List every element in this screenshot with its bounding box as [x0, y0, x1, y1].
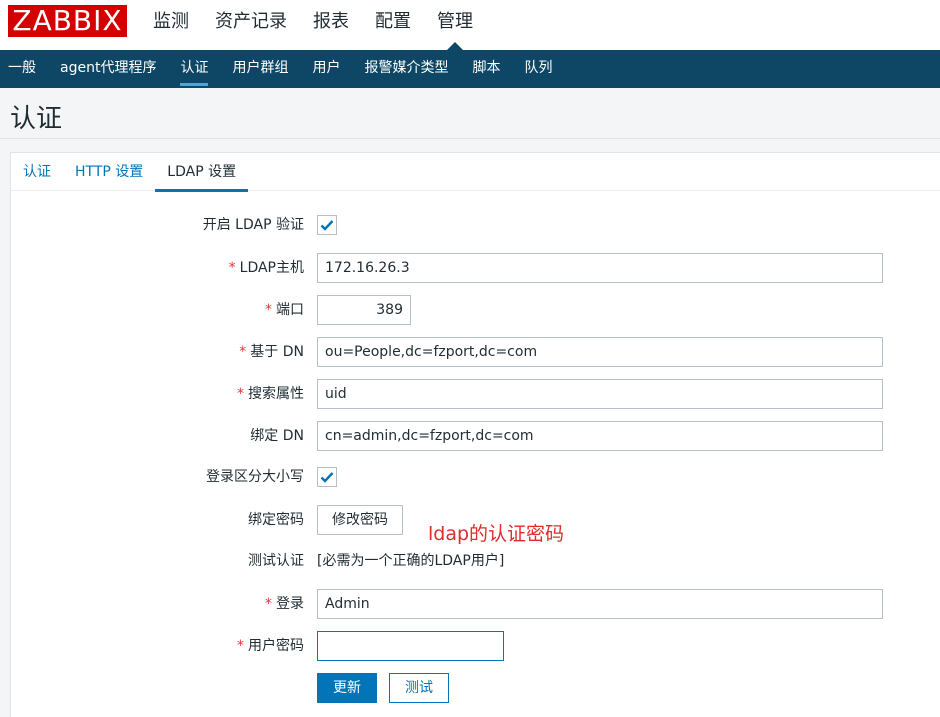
- required-marker: *: [265, 596, 272, 612]
- required-marker: *: [237, 386, 244, 402]
- bind-password-label: 绑定密码: [248, 512, 304, 528]
- sub-menu-item-users[interactable]: 用户: [300, 50, 352, 88]
- form-row-bind-dn: 绑定 DN cn=admin,dc=fzport,dc=com: [11, 421, 940, 451]
- checkmark-icon: [320, 472, 334, 483]
- main-menu: 监测 资产记录 报表 配置 管理: [140, 0, 486, 50]
- user-password-input[interactable]: [317, 631, 504, 661]
- required-marker: *: [265, 302, 272, 318]
- port-label: * 端口: [265, 302, 304, 318]
- bind-dn-input[interactable]: cn=admin,dc=fzport,dc=com: [317, 421, 883, 451]
- base-dn-input[interactable]: ou=People,dc=fzport,dc=com: [317, 337, 883, 367]
- form-row-search-attribute: * 搜索属性 uid: [11, 379, 940, 409]
- form-row-case-sensitive: 登录区分大小写: [11, 462, 940, 492]
- main-menu-item-administration[interactable]: 管理: [424, 0, 486, 50]
- enable-ldap-checkbox[interactable]: [317, 215, 337, 235]
- main-menu-item-inventory[interactable]: 资产记录: [202, 0, 300, 50]
- change-password-button[interactable]: 修改密码: [317, 505, 403, 535]
- ldap-host-label: * LDAP主机: [228, 260, 304, 276]
- form-row-ldap-host: * LDAP主机 172.16.26.3: [11, 253, 940, 283]
- page-title: 认证: [10, 104, 63, 134]
- base-dn-label: * 基于 DN: [239, 344, 304, 360]
- top-bar: ZABBIX 监测 资产记录 报表 配置 管理: [0, 0, 940, 50]
- sub-menu-item-proxies[interactable]: agent代理程序: [48, 50, 168, 88]
- form-row-port: * 端口 389: [11, 295, 940, 325]
- user-password-label: * 用户密码: [237, 638, 304, 654]
- port-input[interactable]: 389: [317, 295, 411, 325]
- sub-menu-item-queue[interactable]: 队列: [512, 50, 564, 88]
- test-button[interactable]: 测试: [389, 673, 449, 703]
- update-button[interactable]: 更新: [317, 673, 377, 703]
- annotation-text: ldap的认证密码: [428, 523, 565, 545]
- enable-ldap-label: 开启 LDAP 验证: [202, 217, 304, 233]
- test-auth-note: [必需为一个正确的LDAP用户]: [317, 553, 505, 569]
- main-menu-item-configuration[interactable]: 配置: [362, 0, 424, 50]
- form-row-enable-ldap: 开启 LDAP 验证: [11, 210, 940, 240]
- form-row-base-dn: * 基于 DN ou=People,dc=fzport,dc=com: [11, 337, 940, 367]
- test-auth-label: 测试认证: [248, 553, 304, 569]
- required-marker: *: [237, 638, 244, 654]
- login-input[interactable]: Admin: [317, 589, 883, 619]
- login-label: * 登录: [265, 596, 304, 612]
- required-marker: *: [239, 344, 247, 360]
- sub-menu-item-general[interactable]: 一般: [0, 50, 48, 88]
- required-marker: *: [228, 260, 236, 276]
- main-menu-item-reports[interactable]: 报表: [300, 0, 362, 50]
- sub-menu-item-user-groups[interactable]: 用户群组: [220, 50, 300, 88]
- search-attribute-label: * 搜索属性: [237, 386, 304, 402]
- sub-menu-item-authentication[interactable]: 认证: [168, 50, 220, 88]
- tab-authentication[interactable]: 认证: [11, 153, 63, 191]
- sub-menu-item-scripts[interactable]: 脚本: [460, 50, 512, 88]
- bind-dn-label: 绑定 DN: [250, 428, 304, 444]
- tab-http-settings[interactable]: HTTP 设置: [63, 153, 155, 191]
- checkmark-icon: [320, 220, 334, 231]
- case-sensitive-label: 登录区分大小写: [206, 469, 304, 485]
- ldap-host-input[interactable]: 172.16.26.3: [317, 253, 883, 283]
- form-row-test-auth: 测试认证 [必需为一个正确的LDAP用户]: [11, 546, 940, 576]
- ldap-settings-panel: 认证 HTTP 设置 LDAP 设置 开启 LDAP 验证 * LDAP主机 17…: [10, 152, 940, 717]
- case-sensitive-checkbox[interactable]: [317, 467, 337, 487]
- form-row-login: * 登录 Admin: [11, 589, 940, 619]
- zabbix-logo[interactable]: ZABBIX: [8, 5, 127, 37]
- tab-bar: 认证 HTTP 设置 LDAP 设置: [11, 153, 940, 192]
- tab-ldap-settings[interactable]: LDAP 设置: [155, 153, 248, 192]
- search-attribute-input[interactable]: uid: [317, 379, 883, 409]
- sub-menu-item-media-types[interactable]: 报警媒介类型: [352, 50, 460, 88]
- sub-menu: 一般 agent代理程序 认证 用户群组 用户 报警媒介类型 脚本 队列: [0, 50, 940, 88]
- title-divider: [0, 138, 940, 139]
- form-row-user-password: * 用户密码: [11, 631, 940, 661]
- main-menu-item-monitoring[interactable]: 监测: [140, 0, 202, 50]
